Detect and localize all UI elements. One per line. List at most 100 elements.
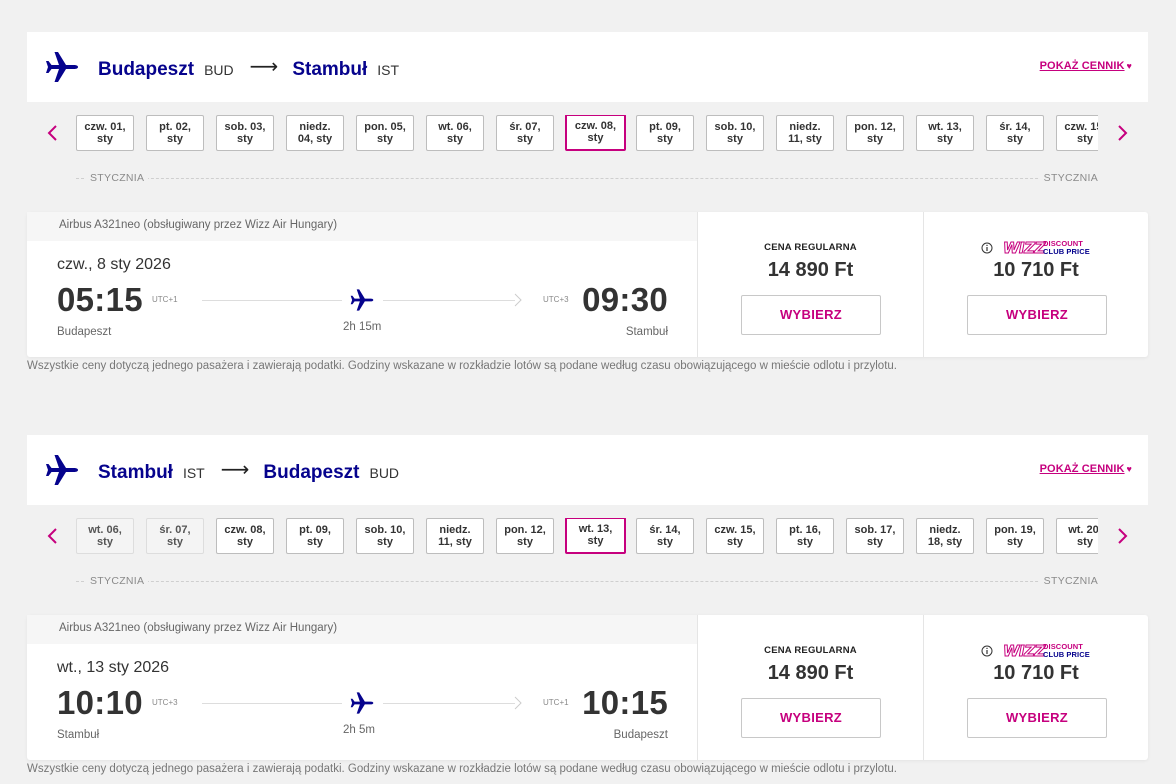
date-tile[interactable]: śr. 07, sty bbox=[146, 518, 204, 554]
destination-city: Budapeszt bbox=[263, 462, 360, 483]
date-tile-line1: pon. 12, bbox=[504, 524, 546, 536]
show-price-list-link[interactable]: POKAŻ CENNIK ♥ bbox=[1040, 60, 1132, 72]
date-tile[interactable]: niedz. 11, sty bbox=[776, 115, 834, 151]
date-tile-line1: śr. 07, bbox=[509, 121, 541, 133]
chevron-left-icon[interactable] bbox=[45, 527, 59, 548]
departure-time: 05:15 bbox=[57, 281, 143, 318]
wizz-logo: WIZZ bbox=[1003, 642, 1046, 661]
show-price-list-link[interactable]: POKAŻ CENNIK ♥ bbox=[1040, 463, 1132, 475]
origin-code: IST bbox=[182, 465, 205, 481]
price-disclaimer: Wszystkie ceny dotyczą jednego pasażera … bbox=[27, 763, 897, 775]
date-tile[interactable]: niedz. 18, sty bbox=[916, 518, 974, 554]
chevron-left-icon[interactable] bbox=[45, 124, 59, 145]
plane-icon bbox=[44, 50, 80, 84]
date-tile-line1: śr. 07, bbox=[159, 524, 191, 536]
flight-date: wt., 13 sty 2026 bbox=[57, 659, 170, 676]
date-tile-line1: wt. 13, bbox=[928, 121, 962, 133]
select-club-button[interactable]: WYBIERZ bbox=[967, 295, 1107, 335]
date-tile[interactable]: śr. 14, sty bbox=[636, 518, 694, 554]
date-tile-line2: sty bbox=[727, 133, 743, 145]
wizz-logo: WIZZ bbox=[1003, 239, 1046, 258]
date-tile[interactable]: czw. 08, sty bbox=[216, 518, 274, 554]
flight-duration: 2h 15m bbox=[343, 321, 382, 333]
price-disclaimer: Wszystkie ceny dotyczą jednego pasażera … bbox=[27, 360, 897, 372]
date-tile[interactable]: pon. 19, sty bbox=[986, 518, 1044, 554]
date-tile[interactable]: pt. 16, sty bbox=[776, 518, 834, 554]
date-tile-line2: sty bbox=[1077, 536, 1093, 548]
date-tile-line2: 11, sty bbox=[438, 536, 472, 548]
arrival-time: 09:30 bbox=[582, 281, 668, 318]
select-regular-button[interactable]: WYBIERZ bbox=[741, 295, 881, 335]
departure-city: Stambuł bbox=[57, 729, 100, 741]
date-tile[interactable]: niedz. 04, sty bbox=[286, 115, 344, 151]
date-tile[interactable]: niedz. 11, sty bbox=[426, 518, 484, 554]
route-header: Stambuł IST ⟶ Budapeszt BUD POKAŻ CENNIK… bbox=[27, 435, 1148, 505]
month-label-left: STYCZNIA bbox=[86, 575, 149, 587]
route-line bbox=[202, 300, 342, 301]
date-tile-line1: wt. 06, bbox=[438, 121, 472, 133]
regular-fare-price: 14 890 Ft bbox=[767, 662, 854, 684]
date-tile-line1: czw. 01, bbox=[84, 121, 126, 133]
date-tile-line2: sty bbox=[1007, 536, 1023, 548]
date-tile-line1: wt. 13, bbox=[578, 523, 613, 535]
date-carousel: czw. 01, sty pt. 02, sty sob. 03, sty ni… bbox=[76, 115, 1098, 155]
arrival-utc: UTC+1 bbox=[543, 698, 569, 707]
date-tile[interactable]: wt. 13, sty bbox=[565, 518, 626, 554]
select-regular-button[interactable]: WYBIERZ bbox=[741, 698, 881, 738]
date-tile-line1: śr. 14, bbox=[649, 524, 681, 536]
departure-utc: UTC+1 bbox=[152, 295, 178, 304]
date-tile[interactable]: czw. 01, sty bbox=[76, 115, 134, 151]
date-tile[interactable]: wt. 06, sty bbox=[426, 115, 484, 151]
date-tile-line1: pt. 02, bbox=[159, 121, 191, 133]
regular-fare-price: 14 890 Ft bbox=[767, 259, 854, 281]
date-tile-line1: niedz. bbox=[789, 121, 821, 133]
info-icon[interactable] bbox=[981, 242, 993, 254]
flight-duration: 2h 5m bbox=[343, 724, 375, 736]
month-divider: STYCZNIA STYCZNIA bbox=[76, 172, 1102, 184]
flight-date: czw., 8 sty 2026 bbox=[57, 256, 171, 273]
date-tile[interactable]: sob. 10, sty bbox=[706, 115, 764, 151]
select-club-button[interactable]: WYBIERZ bbox=[967, 698, 1107, 738]
date-tile[interactable]: czw. 08, sty bbox=[565, 115, 626, 151]
club-fare: WIZZ DISCOUNT CLUB PRICE 10 710 Ft WYBIER… bbox=[923, 212, 1148, 357]
date-tile[interactable]: pt. 09, sty bbox=[286, 518, 344, 554]
date-tile-line2: sty bbox=[517, 133, 533, 145]
aircraft-info: Airbus A321neo (obsługiwany przez Wizz A… bbox=[27, 212, 697, 241]
date-tile[interactable]: śr. 14, sty bbox=[986, 115, 1044, 151]
info-icon[interactable] bbox=[981, 645, 993, 657]
long-arrow-icon: ⟶ bbox=[249, 56, 279, 78]
date-tile[interactable]: wt. 13, sty bbox=[916, 115, 974, 151]
date-tile[interactable]: sob. 17, sty bbox=[846, 518, 904, 554]
arrival-city: Budapeszt bbox=[613, 729, 668, 741]
date-tile[interactable]: wt. 20, sty bbox=[1056, 518, 1098, 554]
month-label-left: STYCZNIA bbox=[86, 172, 149, 184]
date-tile-line1: wt. 20, bbox=[1068, 524, 1098, 536]
route-line bbox=[383, 300, 515, 301]
flight-card: Airbus A321neo (obsługiwany przez Wizz A… bbox=[27, 615, 1148, 760]
date-tile[interactable]: czw. 15, sty bbox=[1056, 115, 1098, 151]
route-header: Budapeszt BUD ⟶ Stambuł IST POKAŻ CENNIK… bbox=[27, 32, 1148, 102]
club-fare-price: 10 710 Ft bbox=[993, 259, 1079, 281]
origin-code: BUD bbox=[204, 62, 234, 78]
month-label-right: STYCZNIA bbox=[1039, 172, 1102, 184]
date-tile-line1: niedz. bbox=[299, 121, 331, 133]
route-title: Budapeszt BUD ⟶ Stambuł IST bbox=[98, 56, 399, 81]
arrival-city: Stambuł bbox=[625, 326, 668, 338]
date-tile-line1: niedz. bbox=[439, 524, 471, 536]
date-tile[interactable]: pon. 12, sty bbox=[496, 518, 554, 554]
chevron-right-icon[interactable] bbox=[1116, 124, 1130, 145]
date-tile[interactable]: pt. 02, sty bbox=[146, 115, 204, 151]
date-tile[interactable]: pon. 05, sty bbox=[356, 115, 414, 151]
long-arrow-icon: ⟶ bbox=[220, 459, 250, 481]
date-tile[interactable]: sob. 03, sty bbox=[216, 115, 274, 151]
date-tile[interactable]: śr. 07, sty bbox=[496, 115, 554, 151]
date-tile[interactable]: pon. 12, sty bbox=[846, 115, 904, 151]
date-tile-line2: sty bbox=[97, 133, 113, 145]
date-tile[interactable]: wt. 06, sty bbox=[76, 518, 134, 554]
date-tile[interactable]: czw. 15, sty bbox=[706, 518, 764, 554]
date-tile-line1: czw. 15, bbox=[1064, 121, 1098, 133]
chevron-right-icon[interactable] bbox=[1116, 527, 1130, 548]
date-tile-line2: sty bbox=[587, 132, 604, 144]
date-tile[interactable]: pt. 09, sty bbox=[636, 115, 694, 151]
date-tile[interactable]: sob. 10, sty bbox=[356, 518, 414, 554]
